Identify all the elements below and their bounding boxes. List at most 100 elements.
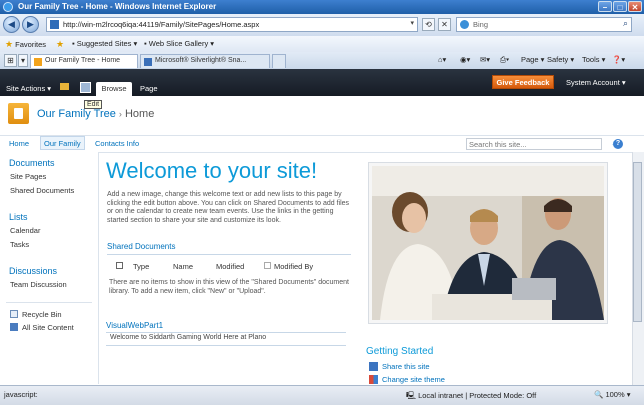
help-menu-icon[interactable]: ❓▾ — [612, 55, 625, 64]
empty-library-message: There are no items to show in this view … — [109, 279, 349, 295]
new-tab-button[interactable] — [272, 54, 286, 68]
topnav-home[interactable]: Home — [9, 139, 29, 148]
tools-menu[interactable]: Tools ▾ — [582, 55, 605, 64]
tab-browse[interactable]: Browse — [96, 82, 132, 96]
search-box[interactable]: Bing ⌕ — [456, 17, 632, 32]
leftnav-calendar[interactable]: Calendar — [10, 226, 40, 235]
tab-label: Our Family Tree - Home — [45, 57, 121, 64]
browser-tab-silverlight[interactable]: Microsoft® Silverlight® Sna... — [140, 54, 270, 68]
breadcrumb-separator: › — [118, 109, 122, 119]
back-button[interactable]: ◀ — [3, 16, 20, 33]
team-photo — [372, 166, 604, 320]
shared-documents-webpart-title[interactable]: Shared Documents — [107, 242, 175, 251]
breadcrumb: Our Family Tree › Home — [37, 108, 154, 120]
share-this-site-link[interactable]: Share this site — [382, 362, 430, 371]
safety-menu[interactable]: Safety ▾ — [547, 55, 574, 64]
security-zone[interactable]: 🖳 Local intranet | Protected Mode: Off — [406, 390, 536, 403]
site-actions-label: Site Actions — [6, 84, 46, 93]
print-icon[interactable]: ⎙▾ — [500, 55, 509, 65]
msdn-tab-icon — [144, 58, 152, 66]
leftnav-recycle-bin[interactable]: Recycle Bin — [22, 310, 62, 319]
tab-label: Microsoft® Silverlight® Sna... — [155, 57, 247, 64]
column-header-type[interactable]: Type — [133, 262, 149, 271]
leftnav-documents-heading[interactable]: Documents — [9, 158, 55, 168]
edit-page-icon[interactable] — [80, 82, 91, 93]
visual-webpart-title[interactable]: VisualWebPart1 — [106, 321, 163, 330]
favorites-button[interactable]: ★ Favorites — [5, 39, 46, 50]
quick-tabs-icon[interactable]: ⊞ — [4, 54, 17, 67]
column-header-name[interactable]: Name — [173, 262, 193, 271]
leftnav-lists-heading[interactable]: Lists — [9, 212, 28, 222]
ie-logo-icon — [3, 2, 13, 12]
navigate-up-icon[interactable] — [60, 83, 69, 90]
window-title: Our Family Tree - Home - Windows Interne… — [18, 2, 217, 11]
chevron-down-icon[interactable]: ▾ — [410, 19, 414, 27]
webpart-title-divider — [107, 254, 351, 255]
leftnav-site-pages[interactable]: Site Pages — [10, 172, 46, 181]
forward-button[interactable]: ▶ — [22, 16, 39, 33]
page-title: Home — [124, 108, 155, 120]
leftnav-all-site-content[interactable]: All Site Content — [22, 323, 74, 332]
feeds-icon[interactable]: ◉▾ — [460, 55, 470, 64]
page-menu[interactable]: Page ▾ — [521, 55, 544, 64]
stop-button[interactable]: ✕ — [438, 18, 451, 31]
tab-page[interactable]: Page — [140, 84, 158, 93]
leftnav-shared-documents[interactable]: Shared Documents — [10, 186, 74, 195]
help-icon[interactable]: ? — [613, 139, 623, 149]
visual-webpart-text: Welcome to Siddarth Gaming World Here at… — [110, 334, 267, 341]
scrollbar-thumb[interactable] — [633, 162, 642, 322]
change-theme-icon — [369, 375, 378, 384]
suggested-sites-link[interactable]: ▪ Suggested Sites ▾ — [72, 39, 137, 48]
column-header-modified-by[interactable]: Modified By — [274, 262, 313, 271]
web-slice-gallery-link[interactable]: ▪ Web Slice Gallery ▾ — [144, 39, 214, 48]
favorites-bar: ★ Favorites ★ ▪ Suggested Sites ▾ ▪ Web … — [0, 36, 644, 53]
bing-icon — [460, 20, 469, 29]
user-name: System Account — [566, 78, 620, 87]
mail-icon[interactable]: ✉▾ — [480, 55, 490, 64]
maximize-button[interactable]: □ — [613, 1, 627, 12]
address-url: http://win-m2lrcoq6iqa:44119/Family/Site… — [63, 20, 260, 29]
welcome-text: Add a new image, change this welcome tex… — [107, 191, 350, 224]
give-feedback-button[interactable]: Give Feedback — [492, 75, 554, 89]
site-search-input[interactable]: Search this site... ⌕ — [466, 138, 617, 150]
tools-menu-label: Tools — [582, 55, 600, 64]
modified-by-filter-icon — [264, 262, 271, 269]
recycle-bin-icon — [10, 310, 18, 318]
add-favorites-icon[interactable]: ★ — [56, 39, 68, 49]
safety-menu-label: Safety — [547, 55, 569, 64]
page-favicon-icon — [50, 20, 59, 29]
window-titlebar: Our Family Tree - Home - Windows Interne… — [0, 0, 644, 14]
home-icon[interactable]: ⌂▾ — [438, 55, 446, 64]
suggested-sites-label: Suggested Sites — [76, 39, 132, 48]
site-search-placeholder: Search this site... — [469, 140, 527, 149]
topnav-our-family[interactable]: Our Family — [40, 136, 85, 150]
user-menu[interactable]: System Account ▾ — [566, 78, 626, 87]
browser-tab-our-family-tree[interactable]: Our Family Tree - Home — [30, 54, 138, 68]
compat-view-button[interactable]: ⟲ — [422, 18, 435, 31]
site-logo[interactable] — [8, 103, 29, 124]
zoom-control[interactable]: 🔍 100% ▾ — [594, 390, 630, 399]
share-site-icon — [369, 362, 378, 371]
topnav-contacts-info[interactable]: Contacts Info — [95, 139, 139, 148]
zoom-level: 100% — [605, 390, 625, 399]
site-title-link[interactable]: Our Family Tree — [37, 108, 116, 120]
leftnav-team-discussion[interactable]: Team Discussion — [10, 280, 67, 289]
leftnav-discussions-heading[interactable]: Discussions — [9, 266, 57, 276]
close-button[interactable]: ✕ — [628, 1, 642, 12]
search-icon[interactable]: ⌕ — [623, 18, 628, 29]
edit-tooltip: Edit — [84, 100, 103, 109]
minimize-button[interactable]: – — [598, 1, 612, 12]
address-bar[interactable]: http://win-m2lrcoq6iqa:44119/Family/Site… — [46, 17, 418, 32]
site-image — [372, 166, 604, 320]
change-site-theme-link[interactable]: Change site theme — [382, 375, 445, 384]
sharepoint-tab-icon — [34, 58, 42, 66]
search-placeholder: Bing — [473, 20, 489, 29]
leftnav-tasks[interactable]: Tasks — [10, 240, 29, 249]
column-header-modified[interactable]: Modified — [216, 262, 244, 271]
site-actions-menu[interactable]: Site Actions ▾ — [6, 84, 51, 93]
security-zone-label: Local intranet | Protected Mode: Off — [418, 391, 537, 400]
address-toolbar: ◀ ▶ http://win-m2lrcoq6iqa:44119/Family/… — [0, 14, 644, 36]
status-bar: javascript: 🖳 Local intranet | Protected… — [0, 385, 644, 405]
select-all-checkbox[interactable] — [116, 262, 123, 269]
tab-list-chevron-icon[interactable]: ▾ — [18, 54, 28, 67]
